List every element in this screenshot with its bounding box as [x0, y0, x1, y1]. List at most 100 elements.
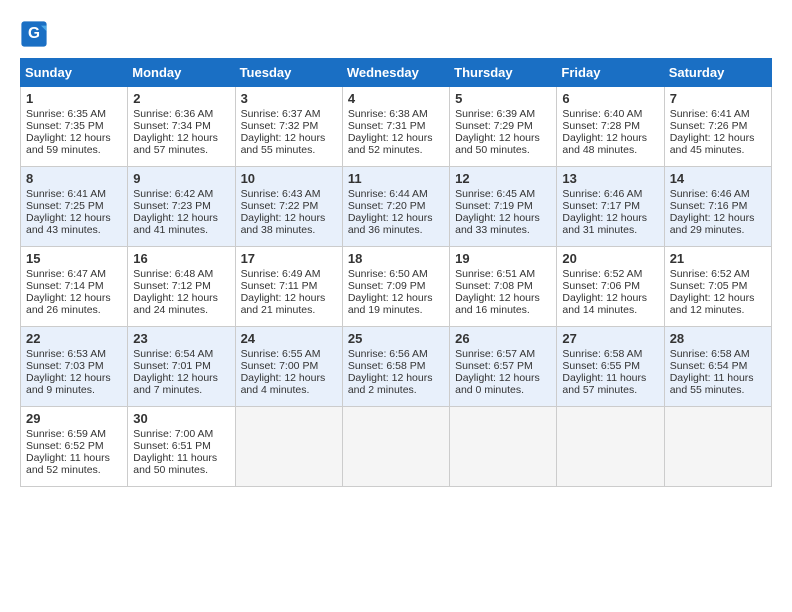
day-number: 12 [455, 171, 551, 186]
calendar-table: SundayMondayTuesdayWednesdayThursdayFrid… [20, 58, 772, 487]
day-number: 20 [562, 251, 658, 266]
day-info: and 29 minutes. [670, 224, 766, 236]
day-info: Sunset: 7:01 PM [133, 360, 229, 372]
day-info: Sunrise: 6:44 AM [348, 188, 444, 200]
day-info: Sunset: 7:14 PM [26, 280, 122, 292]
calendar-cell: 2Sunrise: 6:36 AMSunset: 7:34 PMDaylight… [128, 87, 235, 167]
day-number: 15 [26, 251, 122, 266]
calendar-cell [557, 407, 664, 487]
day-info: Sunset: 7:06 PM [562, 280, 658, 292]
day-info: Sunrise: 6:54 AM [133, 348, 229, 360]
day-info: Sunset: 7:09 PM [348, 280, 444, 292]
day-info: and 52 minutes. [26, 464, 122, 476]
calendar-week-row: 1Sunrise: 6:35 AMSunset: 7:35 PMDaylight… [21, 87, 772, 167]
calendar-cell: 5Sunrise: 6:39 AMSunset: 7:29 PMDaylight… [450, 87, 557, 167]
weekday-header: Monday [128, 59, 235, 87]
calendar-week-row: 8Sunrise: 6:41 AMSunset: 7:25 PMDaylight… [21, 167, 772, 247]
day-info: and 14 minutes. [562, 304, 658, 316]
day-number: 11 [348, 171, 444, 186]
calendar-week-row: 15 Sunrise: 6:47 AMSunset: 7:14 PM Dayligh… [21, 247, 772, 327]
logo: G [20, 20, 52, 48]
day-info: Daylight: 12 hours [455, 212, 551, 224]
day-info: Daylight: 12 hours [133, 372, 229, 384]
day-number: 25 [348, 331, 444, 346]
day-info: Daylight: 12 hours [241, 292, 337, 304]
day-info: Sunrise: 6:52 AM [670, 268, 766, 280]
header-row: SundayMondayTuesdayWednesdayThursdayFrid… [21, 59, 772, 87]
weekday-header: Thursday [450, 59, 557, 87]
calendar-cell: 13Sunrise: 6:46 AMSunset: 7:17 PMDayligh… [557, 167, 664, 247]
day-info: Daylight: 12 hours [241, 212, 337, 224]
day-number: 4 [348, 91, 444, 106]
day-number: 8 [26, 171, 122, 186]
calendar-cell: 14Sunrise: 6:46 AMSunset: 7:16 PMDayligh… [664, 167, 771, 247]
day-info: and 16 minutes. [455, 304, 551, 316]
day-number: 13 [562, 171, 658, 186]
calendar-cell [664, 407, 771, 487]
calendar-cell: 15Sunrise: 6:47 AMSunset: 7:14 PMDayligh… [21, 247, 128, 327]
weekday-header: Wednesday [342, 59, 449, 87]
day-number: 3 [241, 91, 337, 106]
day-info: and 24 minutes. [133, 304, 229, 316]
day-number: 1 [26, 91, 122, 106]
day-info: Sunrise: 6:40 AM [562, 108, 658, 120]
day-info: Sunrise: 6:48 AM [133, 268, 229, 280]
day-info: Sunrise: 6:37 AM [241, 108, 337, 120]
day-info: and 0 minutes. [455, 384, 551, 396]
day-info: and 36 minutes. [348, 224, 444, 236]
day-info: and 45 minutes. [670, 144, 766, 156]
calendar-cell: 10Sunrise: 6:43 AMSunset: 7:22 PMDayligh… [235, 167, 342, 247]
calendar-cell: 1Sunrise: 6:35 AMSunset: 7:35 PMDaylight… [21, 87, 128, 167]
day-info: Sunset: 7:31 PM [348, 120, 444, 132]
calendar-cell: 11 Sunrise: 6:44 AMSunset: 7:20 PMDayligh… [342, 167, 449, 247]
day-info: Daylight: 12 hours [133, 212, 229, 224]
svg-text:G: G [28, 25, 40, 42]
day-number: 26 [455, 331, 551, 346]
day-info: Sunrise: 6:50 AM [348, 268, 444, 280]
calendar-cell: 9 Sunrise: 6:42 AMSunset: 7:23 PMDaylight… [128, 167, 235, 247]
weekday-header: Sunday [21, 59, 128, 87]
day-info: and 41 minutes. [133, 224, 229, 236]
day-info: and 50 minutes. [455, 144, 551, 156]
calendar-cell: 23Sunrise: 6:54 AMSunset: 7:01 PMDayligh… [128, 327, 235, 407]
day-info: Sunset: 7:23 PM [133, 200, 229, 212]
day-number: 6 [562, 91, 658, 106]
day-info: Daylight: 12 hours [26, 132, 122, 144]
logo-icon: G [20, 20, 48, 48]
day-info: and 19 minutes. [348, 304, 444, 316]
day-info: Sunrise: 6:57 AM [455, 348, 551, 360]
day-info: Daylight: 12 hours [562, 292, 658, 304]
day-info: and 55 minutes. [670, 384, 766, 396]
day-info: Sunrise: 6:39 AM [455, 108, 551, 120]
calendar-cell [342, 407, 449, 487]
calendar-cell [235, 407, 342, 487]
day-info: Sunrise: 6:43 AM [241, 188, 337, 200]
day-info: Daylight: 12 hours [348, 292, 444, 304]
day-number: 24 [241, 331, 337, 346]
calendar-cell: 26Sunrise: 6:57 AMSunset: 6:57 PMDayligh… [450, 327, 557, 407]
day-info: Daylight: 12 hours [455, 372, 551, 384]
day-info: and 52 minutes. [348, 144, 444, 156]
header: G [20, 20, 772, 48]
day-info: Sunset: 7:05 PM [670, 280, 766, 292]
day-info: and 38 minutes. [241, 224, 337, 236]
weekday-header: Saturday [664, 59, 771, 87]
day-info: Sunrise: 6:52 AM [562, 268, 658, 280]
calendar-cell: 24Sunrise: 6:55 AMSunset: 7:00 PMDayligh… [235, 327, 342, 407]
day-number: 9 [133, 171, 229, 186]
day-info: Sunset: 7:20 PM [348, 200, 444, 212]
day-info: Daylight: 12 hours [562, 212, 658, 224]
day-info: Sunrise: 6:47 AM [26, 268, 122, 280]
day-info: and 57 minutes. [133, 144, 229, 156]
day-info: Daylight: 12 hours [348, 212, 444, 224]
day-info: Sunset: 7:34 PM [133, 120, 229, 132]
calendar-cell: 28Sunrise: 6:58 AMSunset: 6:54 PMDayligh… [664, 327, 771, 407]
day-info: Sunset: 7:08 PM [455, 280, 551, 292]
calendar-cell: 25Sunrise: 6:56 AMSunset: 6:58 PMDayligh… [342, 327, 449, 407]
day-number: 30 [133, 411, 229, 426]
day-info: Sunrise: 6:42 AM [133, 188, 229, 200]
day-info: Daylight: 12 hours [133, 292, 229, 304]
calendar-cell: 8Sunrise: 6:41 AMSunset: 7:25 PMDaylight… [21, 167, 128, 247]
day-info: and 55 minutes. [241, 144, 337, 156]
day-info: Daylight: 12 hours [241, 372, 337, 384]
